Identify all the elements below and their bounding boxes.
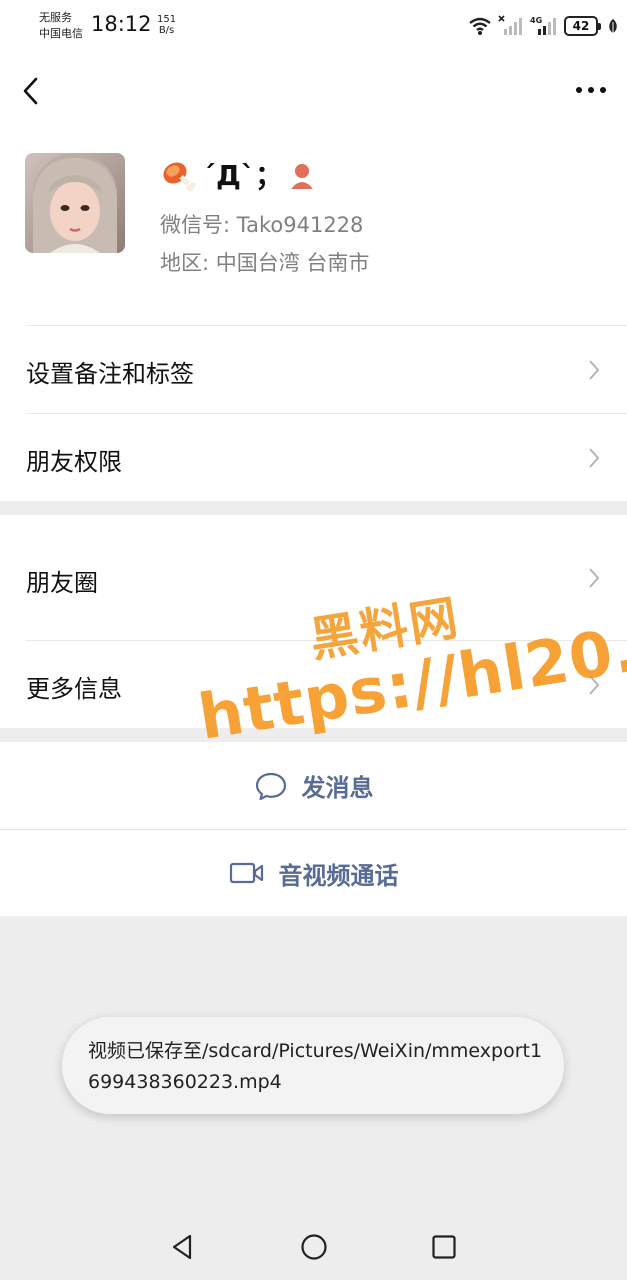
- more-horizontal-icon[interactable]: [571, 76, 611, 104]
- menu-item-label: 设置备注和标签: [26, 360, 194, 388]
- video-camera-icon: [229, 862, 263, 884]
- battery-tip: [598, 22, 601, 30]
- menu-item-label: 朋友权限: [26, 448, 122, 476]
- speed-unit: B/s: [158, 25, 175, 36]
- signal-icon: 4G: [530, 16, 556, 35]
- menu-item-more-info[interactable]: 更多信息: [0, 640, 627, 728]
- toast-text: 视频已保存至/sdcard/Pictures/WeiXin/mmexport16…: [88, 1040, 543, 1093]
- status-bar: 无服务 中国电信 18:12 151 B/s 4G 42: [0, 0, 627, 50]
- nickname-text: ´Д`；: [202, 159, 283, 192]
- network-type-label: 4G: [530, 16, 542, 25]
- menu-item-label: 朋友圈: [26, 569, 98, 597]
- send-message-button[interactable]: 发消息: [0, 742, 627, 829]
- menu-group-1: 设置备注和标签 朋友权限: [0, 325, 627, 501]
- system-nav-bar: [0, 1200, 627, 1280]
- leaf-icon: [609, 19, 617, 33]
- chevron-right-icon: [589, 448, 600, 468]
- region: 地区: 中国台湾 台南市: [160, 251, 370, 275]
- recents-square-icon[interactable]: [430, 1233, 458, 1261]
- chevron-left-icon[interactable]: [16, 74, 48, 108]
- nickname: ´Д`；: [160, 156, 315, 196]
- video-call-label: 音视频通话: [278, 861, 399, 890]
- back-triangle-icon[interactable]: [169, 1233, 197, 1261]
- avatar[interactable]: [25, 153, 125, 253]
- menu-item-label: 更多信息: [26, 675, 122, 703]
- person-emoji: [290, 164, 313, 189]
- menu-item-friend-permissions[interactable]: 朋友权限: [0, 413, 627, 501]
- clock: 18:12: [91, 12, 152, 36]
- battery-level: 42: [564, 16, 598, 36]
- send-message-label: 发消息: [301, 774, 374, 802]
- wechat-id: 微信号: Tako941228: [160, 213, 364, 237]
- avatar-image: [25, 153, 125, 253]
- carrier-info: 无服务 中国电信: [39, 10, 83, 42]
- chevron-right-icon: [589, 675, 600, 695]
- toast: 视频已保存至/sdcard/Pictures/WeiXin/mmexport16…: [62, 1017, 564, 1114]
- menu-group-2: 朋友圈 更多信息: [0, 515, 627, 728]
- carrier-status: 无服务: [39, 11, 72, 24]
- chat-bubble-icon: [255, 772, 286, 800]
- meat-on-bone-emoji: [163, 162, 196, 192]
- network-speed: 151 B/s: [157, 14, 176, 36]
- battery-icon: 42: [564, 16, 601, 36]
- video-call-button[interactable]: 音视频通话: [0, 830, 627, 916]
- chevron-right-icon: [589, 568, 600, 588]
- menu-item-remark-tags[interactable]: 设置备注和标签: [0, 325, 627, 413]
- signal-disabled-icon: [498, 15, 522, 35]
- home-circle-icon[interactable]: [300, 1233, 328, 1261]
- nav-bar: [0, 50, 627, 132]
- status-icons: 4G 42: [468, 13, 619, 39]
- profile-card: ´Д`； 微信号: Tako941228 地区: 中国台湾 台南市: [0, 132, 627, 325]
- chevron-right-icon: [589, 360, 600, 380]
- speed-value: 151: [157, 14, 177, 25]
- menu-item-moments[interactable]: 朋友圈: [0, 515, 627, 640]
- wifi-icon: [469, 17, 491, 35]
- carrier-name: 中国电信: [39, 27, 83, 40]
